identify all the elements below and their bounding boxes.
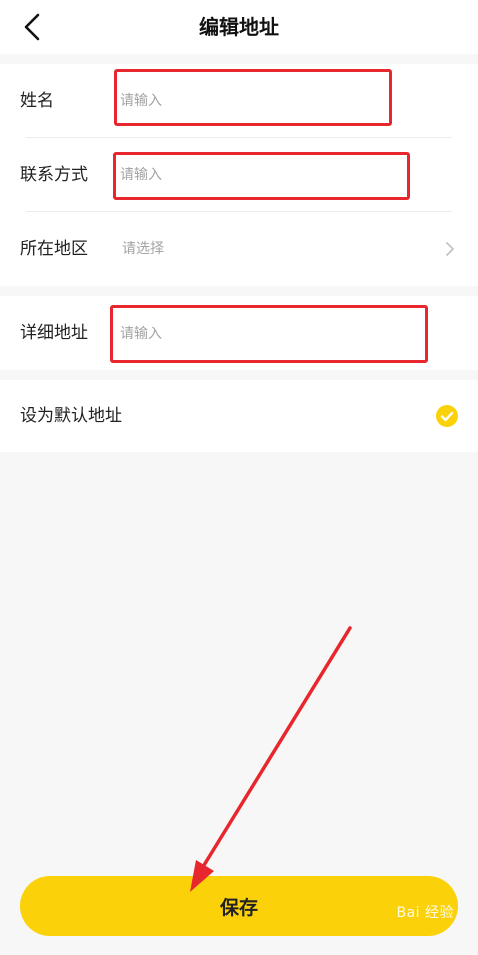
top-bar: 编辑地址: [0, 0, 478, 54]
contact-row: 联系方式: [0, 138, 478, 212]
name-input[interactable]: [120, 86, 380, 116]
contact-label: 联系方式: [20, 165, 88, 185]
default-card: 设为默认地址: [0, 380, 478, 452]
name-label: 姓名: [20, 91, 54, 111]
region-label: 所在地区: [20, 239, 88, 259]
address-label: 详细地址: [20, 323, 88, 343]
basic-info-card: 姓名 联系方式 所在地区 请选择: [0, 64, 478, 286]
chevron-right-icon: [446, 242, 454, 256]
region-select-value: 请选择: [122, 241, 164, 257]
default-row: 设为默认地址: [0, 380, 478, 452]
name-row: 姓名: [0, 64, 478, 138]
default-label: 设为默认地址: [20, 406, 122, 426]
check-circle-icon[interactable]: [436, 405, 458, 427]
address-row: 详细地址: [0, 296, 478, 370]
contact-input[interactable]: [120, 160, 380, 190]
page-title: 编辑地址: [199, 15, 279, 39]
save-button[interactable]: 保存: [20, 876, 458, 936]
address-card: 详细地址: [0, 296, 478, 370]
region-row[interactable]: 所在地区 请选择: [0, 212, 478, 286]
address-input[interactable]: [120, 319, 380, 349]
